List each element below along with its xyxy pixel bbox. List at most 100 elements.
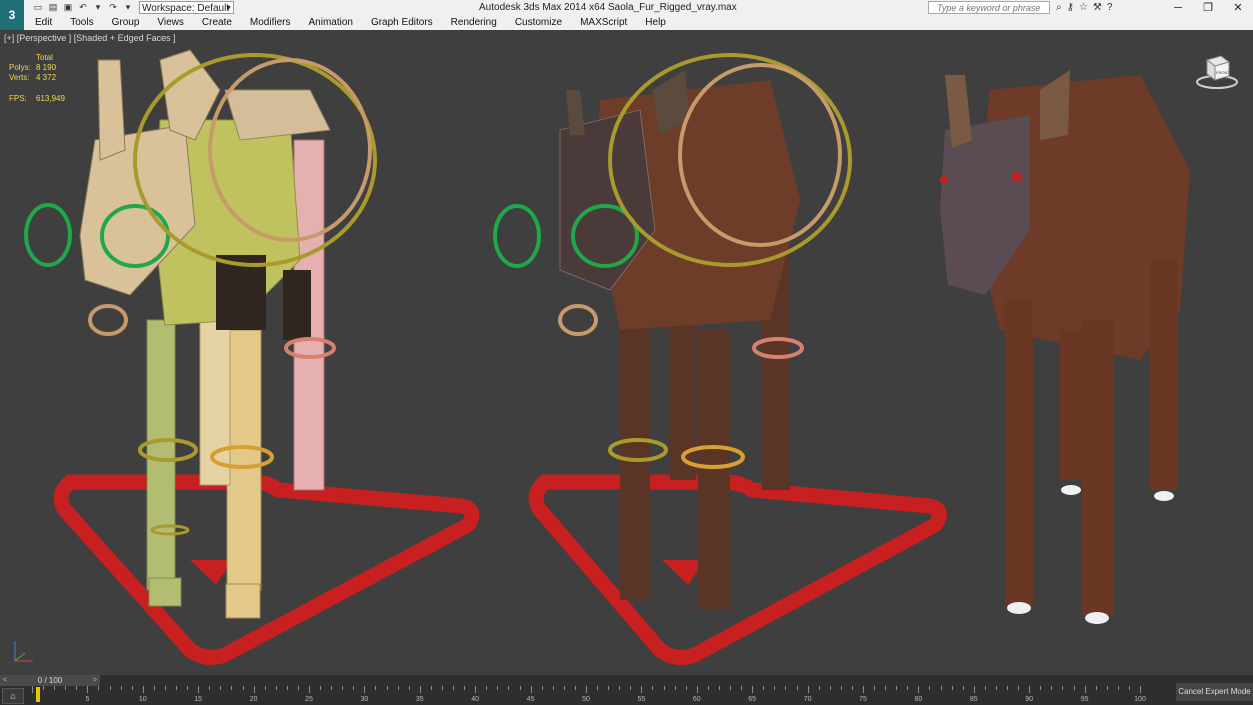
timeline-tick (497, 686, 499, 690)
timeline-tick-label: 20 (249, 696, 258, 703)
ear-control-ring[interactable] (493, 204, 541, 268)
save-file-icon[interactable]: ▣ (62, 2, 74, 13)
next-frame-icon[interactable]: > (93, 675, 97, 686)
hoof-marking (1085, 612, 1109, 624)
timeline-tick (519, 686, 521, 690)
menu-group[interactable]: Group (101, 16, 147, 30)
timeline-tick (1040, 686, 1042, 690)
timeline-tick (1095, 686, 1097, 690)
timeline-tick (1062, 686, 1064, 690)
undo-icon[interactable]: ↶ (77, 2, 89, 13)
left-eye (940, 176, 948, 184)
timeline-tick (1117, 686, 1119, 690)
window-title: Autodesk 3ds Max 2014 x64 Saola_Fur_Rigg… (479, 2, 737, 13)
timeline-tick-label: 95 (1080, 696, 1089, 703)
ground-control-ring[interactable] (53, 474, 480, 665)
timeline-tick (608, 686, 610, 690)
timeline-tick (962, 686, 964, 690)
timeline-tick (885, 686, 887, 690)
rendered-saola-model[interactable] (940, 70, 1190, 624)
proxy-rig-model[interactable] (24, 49, 480, 665)
menu-views[interactable]: Views (146, 16, 191, 30)
time-slider-handle[interactable] (36, 687, 40, 702)
timeline-tick (1084, 686, 1086, 693)
timeline-tick (973, 686, 975, 693)
minimize-icon[interactable]: ─ (1163, 0, 1193, 16)
timeline-tick (486, 686, 488, 690)
hoof-marking (1007, 602, 1031, 614)
cancel-expert-mode-button[interactable]: Cancel Expert Mode (1176, 683, 1253, 701)
app-logo-icon[interactable]: 3 (0, 0, 24, 30)
star-icon[interactable]: ☆ (1079, 2, 1088, 14)
timeline-tick-label: 100 (1134, 696, 1146, 703)
menu-animation[interactable]: Animation (297, 16, 359, 30)
jaw-control[interactable] (88, 304, 128, 336)
back-right-leg (1150, 260, 1178, 490)
menu-graph-editors[interactable]: Graph Editors (360, 16, 440, 30)
front-right-leg (698, 330, 730, 610)
close-icon[interactable]: ✕ (1223, 0, 1253, 16)
timeline-tick (863, 686, 864, 693)
timeline-tick (619, 686, 621, 690)
menu-customize[interactable]: Customize (504, 16, 569, 30)
timeline-tick (408, 686, 410, 690)
mini-curve-editor-icon[interactable]: ⌂ (2, 688, 24, 704)
restore-icon[interactable]: ❐ (1193, 0, 1223, 16)
timeline-tick (397, 686, 399, 690)
redo-icon[interactable]: ↷ (107, 2, 119, 13)
timeline-tick (763, 686, 765, 690)
timeline-tick (176, 686, 178, 690)
timeline-tick (375, 686, 377, 690)
menu-modifiers[interactable]: Modifiers (239, 16, 298, 30)
timeline-ruler[interactable]: 5 10 15 20 25 30 35 40 45 50 55 60 65 70 75 80 85 90 95 100 (32, 686, 1174, 705)
menu-create[interactable]: Create (191, 16, 239, 30)
timeline-tick-label: 55 (637, 696, 646, 703)
perspective-viewport[interactable]: [+] [Perspective ] [Shaded + Edged Faces… (0, 30, 1253, 675)
timeline-tick (984, 686, 986, 690)
direction-arrow (190, 560, 232, 585)
timeline-tick (253, 686, 255, 693)
front-right-leg (226, 329, 262, 591)
timeline-tick (87, 686, 89, 693)
redo-dropdown-icon[interactable]: ▾ (122, 2, 134, 13)
menu-maxscript[interactable]: MAXScript (569, 16, 634, 30)
front-right-leg (1082, 320, 1114, 615)
timeline-tick (1073, 686, 1075, 690)
exchange-icon[interactable]: ⚒ (1093, 2, 1102, 14)
ear-control-ring[interactable] (24, 203, 72, 267)
timeline-tick (574, 686, 576, 690)
timeline-tick (552, 686, 554, 690)
timeline-tick (696, 686, 698, 693)
timeline-tick (464, 686, 466, 690)
menu-edit[interactable]: Edit (24, 16, 59, 30)
body-back (224, 89, 331, 141)
new-file-icon[interactable]: ▭ (32, 2, 44, 13)
menu-rendering[interactable]: Rendering (440, 16, 504, 30)
menu-tools[interactable]: Tools (59, 16, 100, 30)
timeline-tick (76, 686, 78, 690)
ground-control-ring[interactable] (528, 474, 947, 665)
search-input[interactable]: Type a keyword or phrase (928, 1, 1050, 14)
binoculars-icon[interactable]: ⌕ (1056, 2, 1062, 14)
undo-dropdown-icon[interactable]: ▾ (92, 2, 104, 13)
jaw-control[interactable] (558, 304, 598, 336)
timeline-tick (275, 686, 277, 690)
timeline-tick-label: 75 (859, 696, 867, 703)
wireframe-fur-model[interactable] (493, 53, 947, 665)
timeline-tick (674, 686, 676, 690)
viewcube-icon: FRONT (1196, 55, 1238, 89)
timeline-tick (342, 686, 344, 690)
open-file-icon[interactable]: ▤ (47, 2, 59, 13)
timeline-tick-label: 40 (471, 696, 480, 703)
timeline-tick (663, 686, 665, 690)
viewcube[interactable]: FRONT (1195, 52, 1239, 92)
timeline-tick (187, 686, 189, 690)
key-icon[interactable]: ⚷ (1067, 2, 1074, 14)
workspace-dropdown[interactable]: Workspace: Default ▼ (139, 1, 234, 14)
time-slider[interactable]: < 0 / 100 > (0, 675, 100, 686)
menu-help[interactable]: Help (634, 16, 673, 30)
front-left-leg (146, 319, 176, 591)
help-icon[interactable]: ? (1107, 2, 1113, 14)
timeline-tick (707, 686, 709, 690)
timeline-tick (840, 686, 842, 690)
